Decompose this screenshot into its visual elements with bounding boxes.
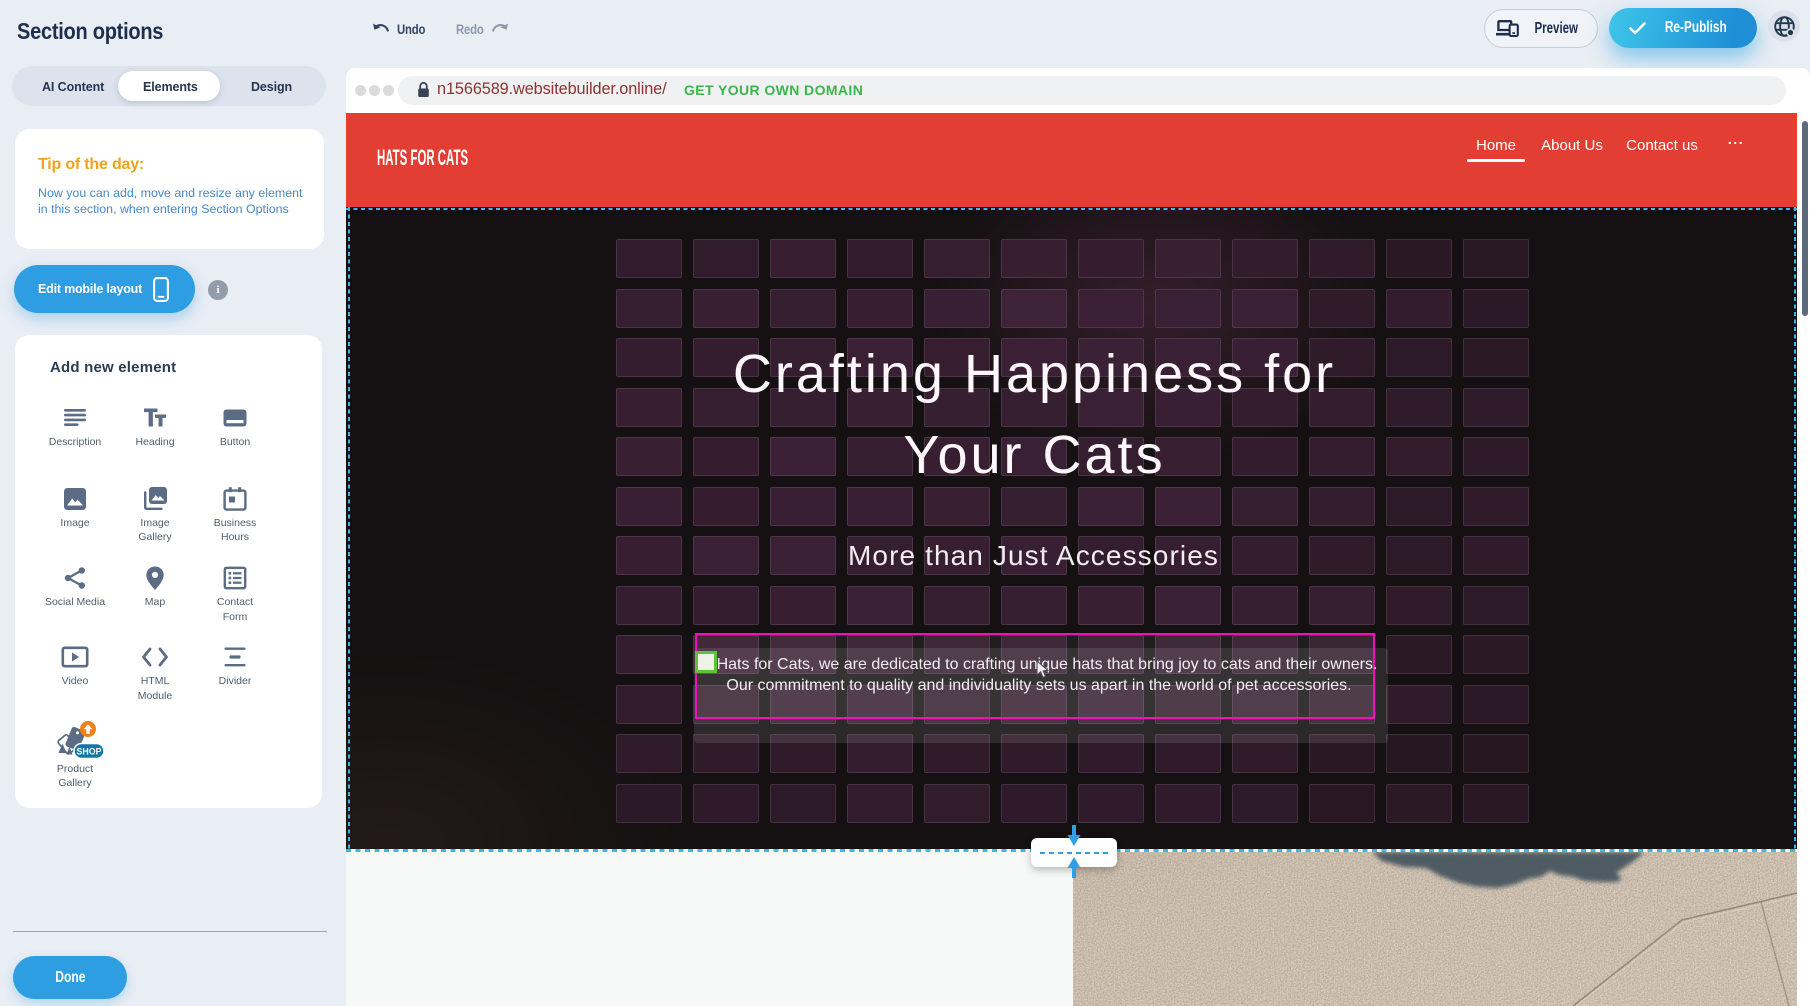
svg-text:SHOP: SHOP xyxy=(77,746,102,756)
